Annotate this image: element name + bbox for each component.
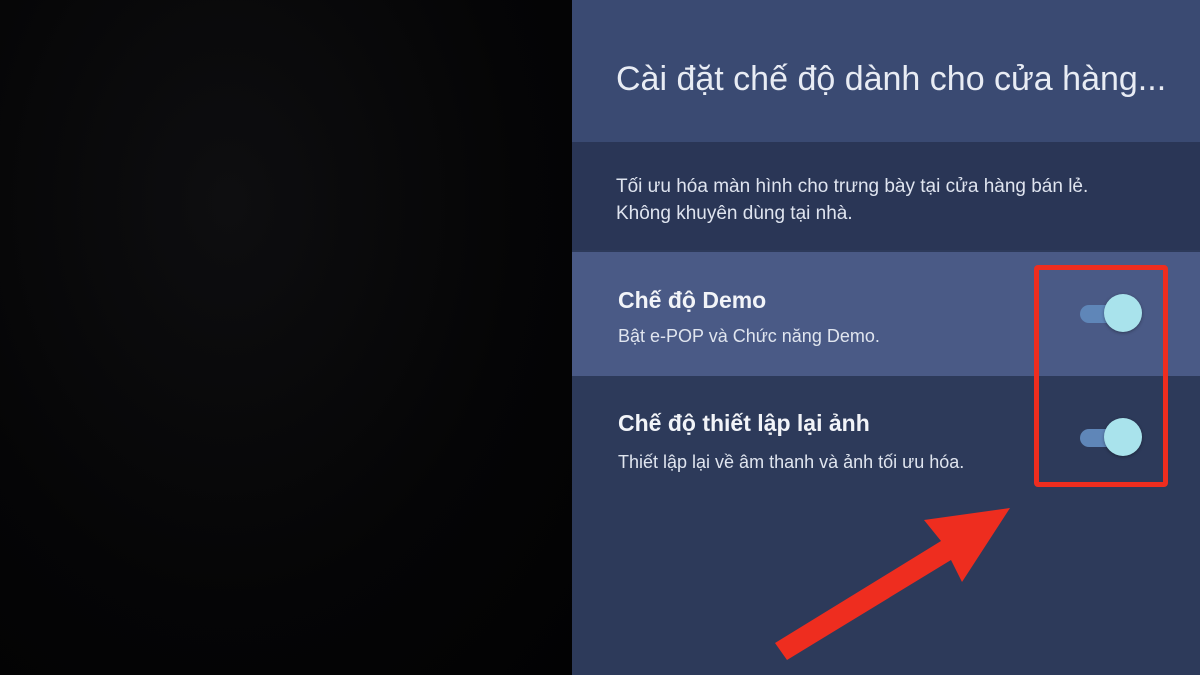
panel-header: Cài đặt chế độ dành cho cửa hàng...	[572, 0, 1200, 142]
setting-title-demo-mode: Chế độ Demo	[618, 287, 767, 313]
tv-screen: Cài đặt chế độ dành cho cửa hàng... Tối …	[0, 0, 1200, 675]
description-line-1: Tối ưu hóa màn hình cho trưng bày tại cử…	[616, 176, 1089, 197]
panel-description: Tối ưu hóa màn hình cho trưng bày tại cử…	[572, 142, 1200, 250]
panel-title: Cài đặt chế độ dành cho cửa hàng...	[616, 60, 1167, 98]
setting-subtitle-demo-mode: Bật e-POP và Chức năng Demo.	[618, 326, 880, 346]
tv-background-area	[0, 0, 572, 675]
description-line-2: Không khuyên dùng tại nhà.	[616, 203, 853, 224]
setting-title-picture-reset-mode: Chế độ thiết lập lại ảnh	[618, 410, 870, 436]
setting-subtitle-picture-reset-mode: Thiết lập lại về âm thanh và ảnh tối ưu …	[618, 452, 965, 472]
annotation-highlight-box	[1034, 265, 1168, 487]
